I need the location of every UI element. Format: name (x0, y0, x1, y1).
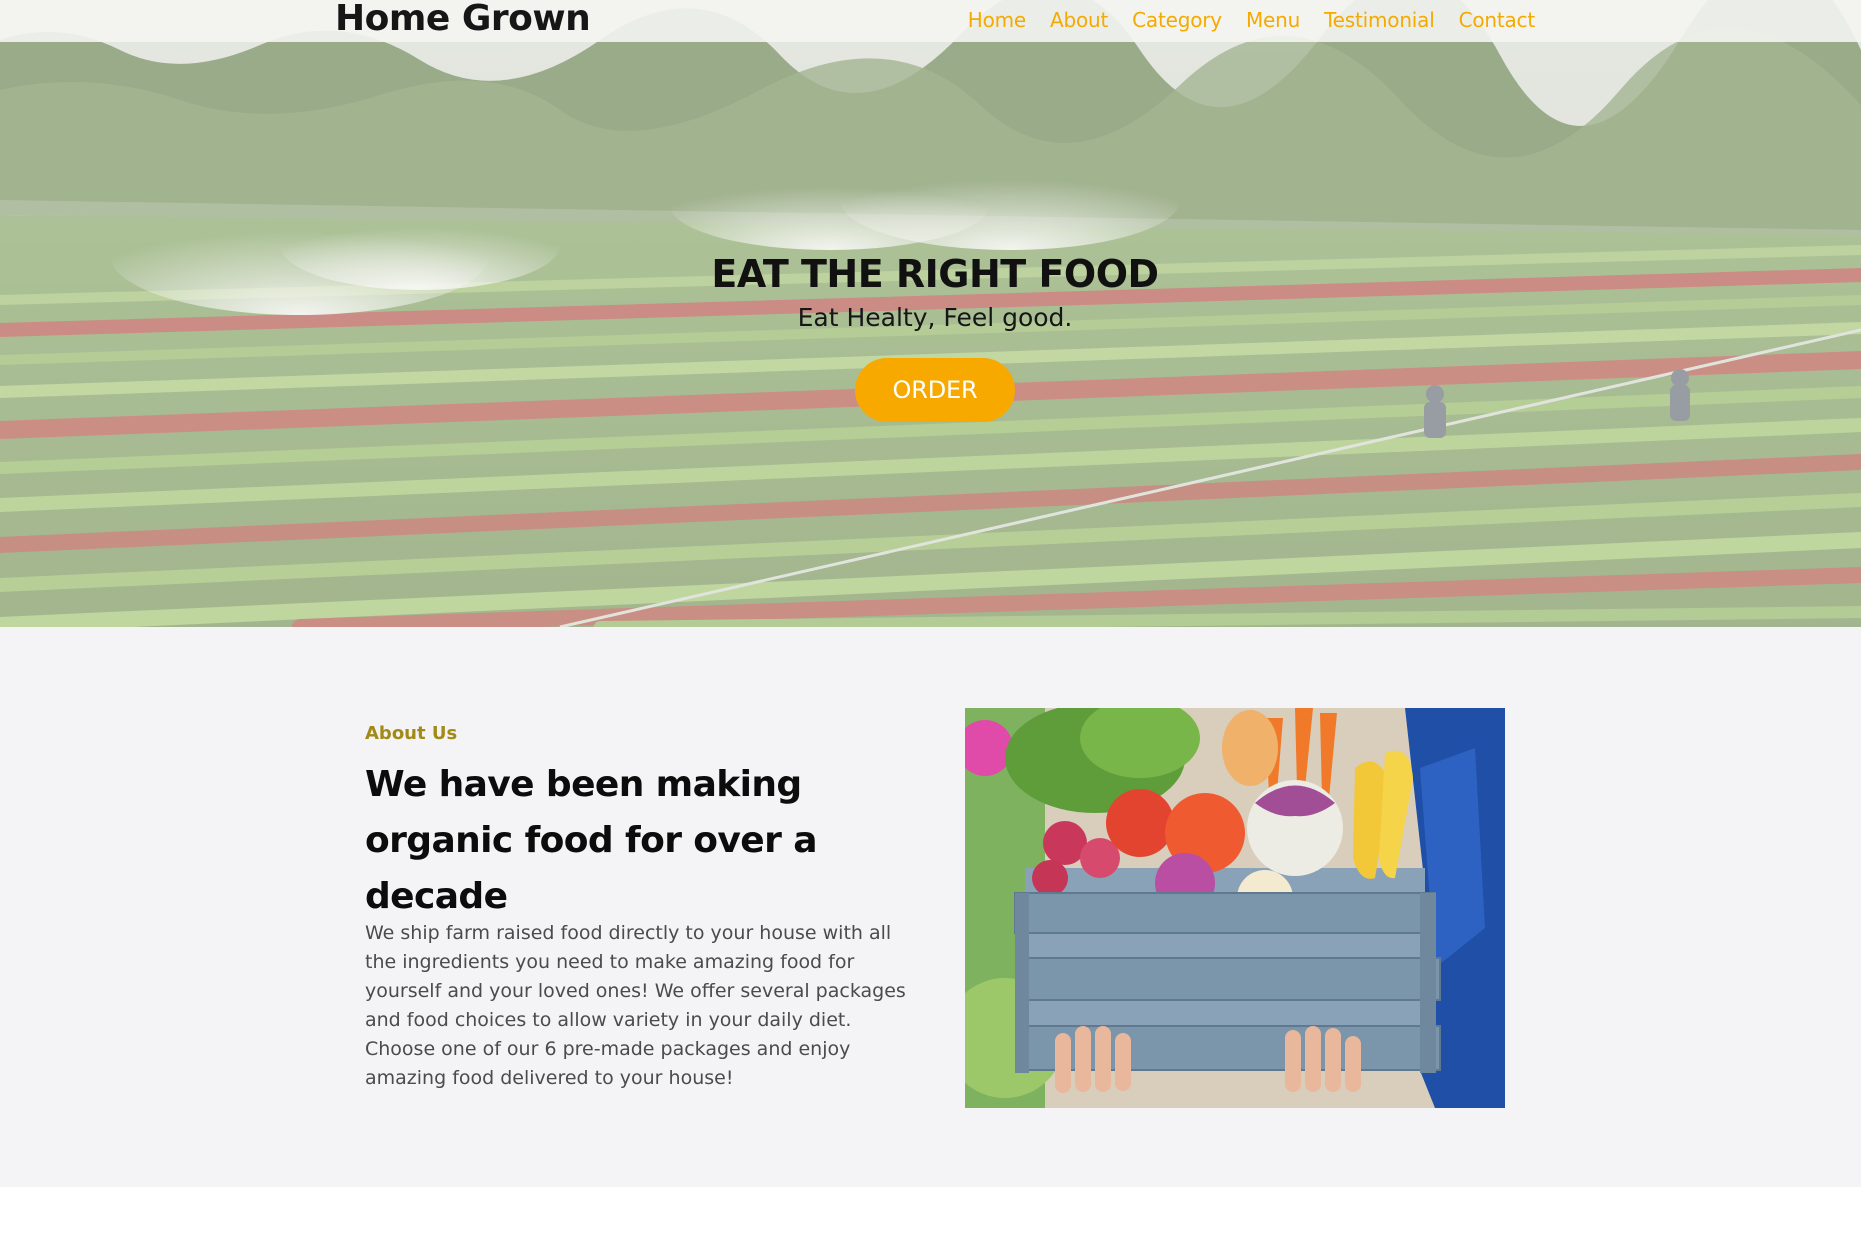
navbar: Home Grown Home About Category Menu Test… (0, 0, 1861, 42)
nav-link-menu[interactable]: Menu (1246, 8, 1300, 32)
nav-link-category[interactable]: Category (1132, 8, 1222, 32)
nav-menu: Home About Category Menu Testimonial Con… (968, 8, 1535, 32)
vegetable-crate-photo (965, 708, 1505, 1108)
about-eyebrow: About Us (365, 723, 458, 744)
nav-link-about[interactable]: About (1050, 8, 1108, 32)
nav-link-contact[interactable]: Contact (1459, 8, 1536, 32)
nav-link-testimonial[interactable]: Testimonial (1324, 8, 1435, 32)
brand-logo[interactable]: Home Grown (335, 0, 591, 40)
about-section: About Us We have been making organic foo… (0, 627, 1861, 1187)
about-heading: We have been making organic food for ove… (365, 764, 818, 917)
order-button[interactable]: ORDER (855, 358, 1015, 422)
hero-subtitle: Eat Healty, Feel good. (797, 303, 1073, 332)
about-description: We ship farm raised food directly to you… (365, 922, 906, 1089)
hero-section: EAT THE RIGHT FOOD Eat Healty, Feel good… (0, 0, 1861, 627)
nav-link-home[interactable]: Home (968, 8, 1026, 32)
hero-content: EAT THE RIGHT FOOD Eat Healty, Feel good… (0, 250, 1861, 422)
hero-title: EAT THE RIGHT FOOD (711, 252, 1159, 296)
